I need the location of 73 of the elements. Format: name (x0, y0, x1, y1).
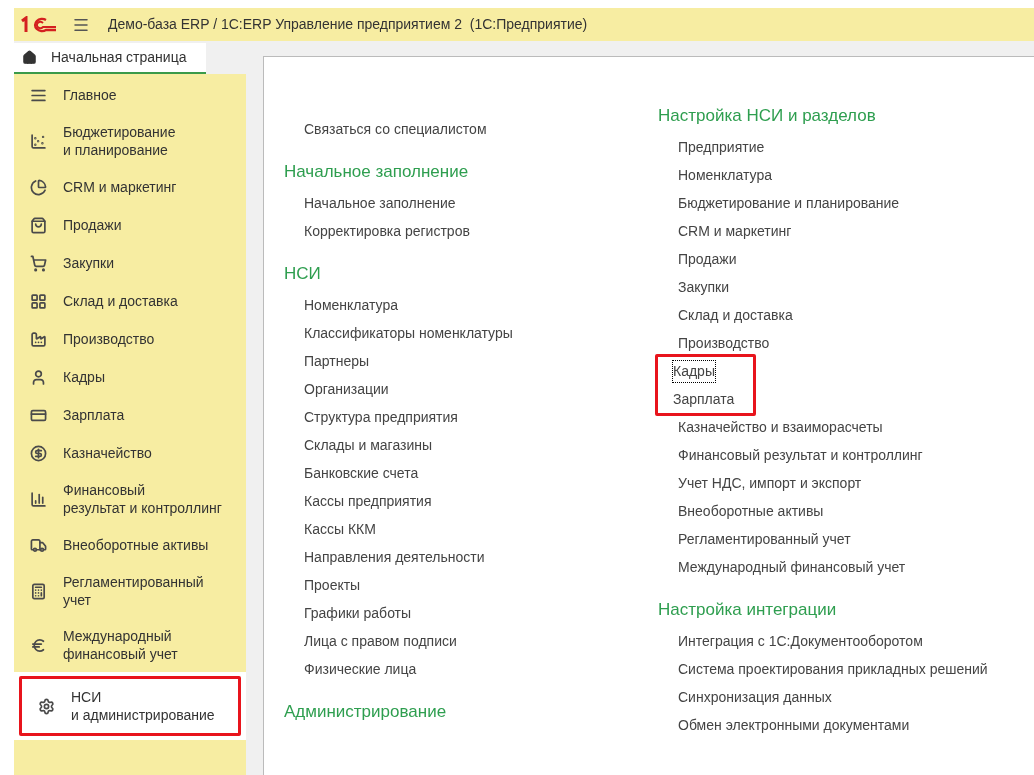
pie-chart-icon (30, 178, 47, 196)
section-heading: Настройка НСИ и разделов (658, 105, 877, 128)
home-tab[interactable]: Начальная страница (14, 43, 206, 74)
calculator-icon (30, 582, 47, 600)
chart-icon (30, 132, 47, 150)
section-link[interactable]: Начальное заполнение (304, 192, 456, 214)
bag-icon (30, 216, 47, 234)
section-link[interactable]: Предприятие (678, 136, 765, 158)
section-link[interactable]: Обмен электронными документами (678, 714, 910, 736)
bar-chart-icon (30, 490, 47, 508)
sidebar-item[interactable]: Производство (14, 320, 246, 358)
section-link[interactable]: Физические лица (304, 658, 417, 680)
section-link[interactable]: Интеграция с 1С:Документооборотом (678, 630, 923, 652)
window-title: Демо-база ERP / 1С:ERP Управление предприятием 2 (1С:Предприятие) (108, 15, 588, 34)
section-link[interactable]: Корректировка регистров (304, 220, 470, 242)
section-link[interactable]: Кассы ККМ (304, 518, 376, 540)
sidebar-item[interactable]: Склад и доставка (14, 282, 246, 320)
section-link[interactable]: Закупки (678, 276, 730, 298)
section-link[interactable]: Зарплата (673, 388, 735, 410)
sidebar-item[interactable]: Внеоборотные активы (14, 526, 246, 564)
section-heading: Настройка интеграции (658, 599, 838, 622)
section-link[interactable]: Продажи (678, 248, 737, 270)
sidebar-item[interactable]: Кадры (14, 358, 246, 396)
section-link[interactable]: Финансовый результат и контроллинг (678, 444, 923, 466)
section-link[interactable]: Номенклатура (678, 164, 772, 186)
section-link[interactable]: Синхронизация данных (678, 686, 832, 708)
person-icon (30, 368, 47, 386)
section-link[interactable]: Внеоборотные активы (678, 500, 824, 522)
settings-icon (38, 697, 55, 715)
grid-icon (30, 292, 47, 310)
section-link[interactable]: Структура предприятия (304, 406, 458, 428)
sidebar-item[interactable]: Закупки (14, 244, 246, 282)
sidebar-item[interactable]: Зарплата (14, 396, 246, 434)
section-heading: НСИ (284, 263, 322, 286)
section-link[interactable]: Классификаторы номенклатуры (304, 322, 513, 344)
section-link[interactable]: Бюджетирование и планирование (678, 192, 900, 214)
section-link[interactable]: Кадры (673, 360, 715, 382)
section-link[interactable]: Учет НДС, импорт и экспорт (678, 472, 862, 494)
section-link[interactable]: CRM и маркетинг (678, 220, 792, 242)
section-link[interactable]: Склад и доставка (678, 304, 793, 326)
section-heading: Начальное заполнение (284, 161, 470, 184)
section-heading: Администрирование (284, 701, 448, 724)
section-link[interactable]: Казначейство и взаиморасчеты (678, 416, 883, 438)
section-link[interactable]: Система проектирования прикладных решений (678, 658, 988, 680)
section-link[interactable]: Лица с правом подписи (304, 630, 457, 652)
sidebar-item[interactable]: Бюджетирование и планирование (14, 114, 246, 168)
section-link[interactable]: Проекты (304, 574, 361, 596)
home-icon (22, 50, 37, 65)
section-link[interactable]: Кассы предприятия (304, 490, 432, 512)
factory-icon (30, 330, 47, 348)
coin-icon (30, 444, 47, 462)
cart-icon (30, 254, 47, 272)
sidebar-item[interactable]: Продажи (14, 206, 246, 244)
section-link[interactable]: Регламентированный учет (678, 528, 851, 550)
sidebar-item[interactable]: Казначейство (14, 434, 246, 472)
sidebar-item[interactable]: Финансовый результат и контроллинг (14, 472, 246, 526)
section-link[interactable]: Производство (678, 332, 770, 354)
sidebar-item[interactable]: Международный финансовый учет (14, 618, 246, 672)
sidebar-item[interactable]: Регламентированный учет (14, 564, 246, 618)
section-link[interactable]: Международный финансовый учет (678, 556, 906, 578)
section-link[interactable]: Направления деятельности (304, 546, 485, 568)
sidebar-item[interactable]: CRM и маркетинг (14, 168, 246, 206)
section-link[interactable]: Связаться со специалистом (304, 118, 487, 140)
section-link[interactable]: Банковские счета (304, 462, 419, 484)
section-link[interactable]: Организации (304, 378, 389, 400)
section-link[interactable]: Партнеры (304, 350, 370, 372)
sidebar-item[interactable]: Главное (14, 76, 246, 114)
section-link[interactable]: Номенклатура (304, 294, 398, 316)
section-link[interactable]: Графики работы (304, 602, 412, 624)
section-link[interactable]: Склады и магазины (304, 434, 433, 456)
euro-icon (30, 636, 47, 654)
truck-icon (30, 536, 47, 554)
logo-icon (20, 15, 58, 34)
